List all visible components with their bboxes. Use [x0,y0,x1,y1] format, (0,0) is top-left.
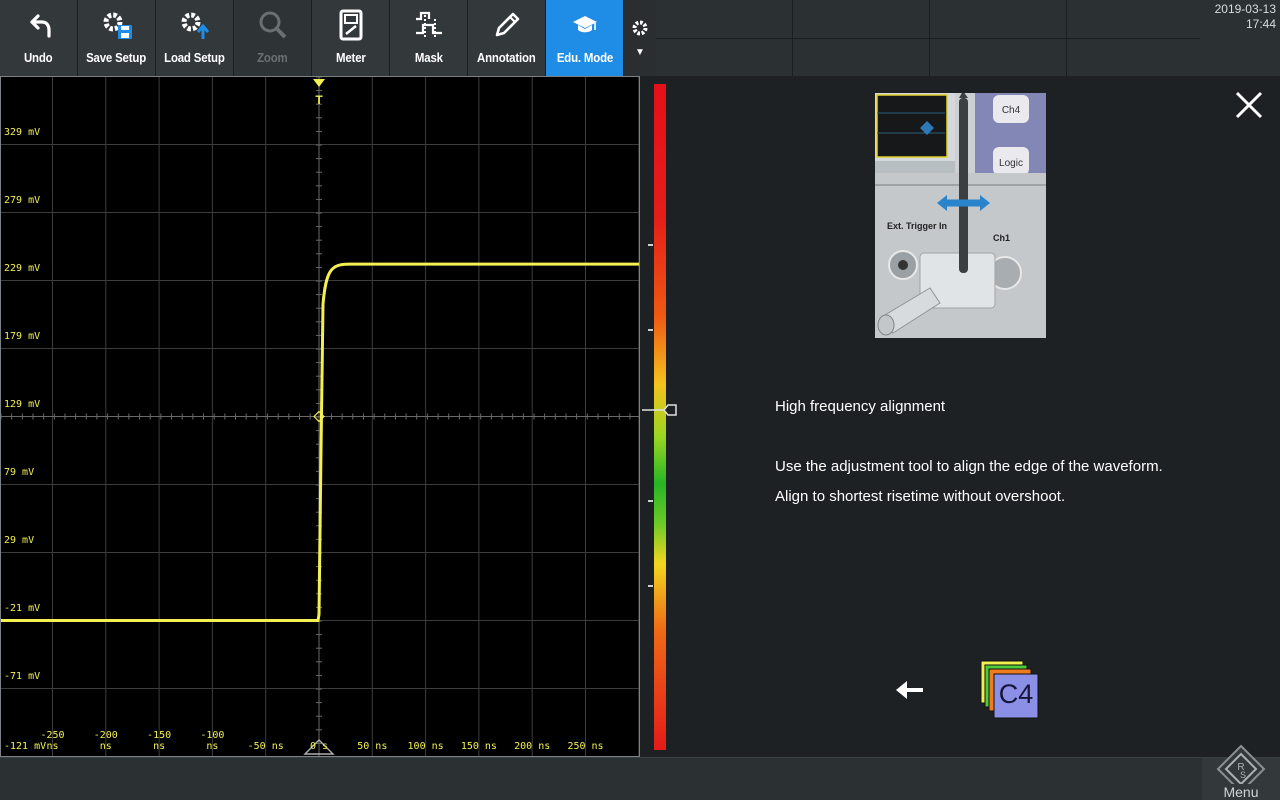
x-axis-label: -200 ns [93,730,118,752]
waveform-canvas: T [1,77,639,756]
close-icon[interactable] [1234,90,1264,120]
x-axis-label: 150 ns [460,741,497,752]
y-axis-label: -21 mV [4,603,41,614]
logic-key-label: Logic [999,158,1023,169]
ext-trigger-label: Ext. Trigger In [887,221,947,231]
ch4-key-label: Ch4 [1002,105,1021,116]
y-axis-label: 79 mV [4,467,35,478]
persistence-color-bar [640,76,684,757]
y-axis-label: 29 mV [4,535,35,546]
toolbar: Undo Save Setup Load Setup Zoom Meter Ma… [0,0,656,76]
x-axis-label: -50 ns [247,741,284,752]
y-axis-label: -71 mV [4,671,41,682]
load-setup-icon [181,12,209,39]
meter-icon [339,9,362,41]
waveform-display[interactable]: T 329 mV 279 mV 229 mV 179 mV 129 mV 79 mV 29 … [0,76,640,757]
gear-icon [632,20,648,35]
zoom-label: Zoom [257,50,288,65]
color-scale-tick [648,329,653,331]
x-axis-label: 50 ns [357,741,388,752]
grid-cell[interactable] [930,0,1066,38]
edu-mode-icon [572,16,597,33]
meter-button[interactable]: Meter [312,0,390,76]
grid-cell[interactable] [656,0,792,38]
edu-mode-label: Edu. Mode [556,50,613,65]
menu-label: Menu [1223,784,1259,800]
color-scale-tick [648,500,653,502]
back-arrow-icon[interactable] [895,678,925,702]
edu-mode-button[interactable]: Edu. Mode [546,0,624,76]
x-axis-label: 0 s [309,741,329,752]
education-panel: Ch4 Logic Ext. Trigger In Ch1 High frequ… [684,76,1280,757]
load-setup-label: Load Setup [164,50,225,65]
oscilloscope-app: Undo Save Setup Load Setup Zoom Meter Ma… [0,0,1280,800]
x-axis-label: -250 ns [40,730,65,752]
grid-cell[interactable] [656,39,792,77]
meter-label: Meter [335,50,366,65]
trigger-arrow-icon [313,79,325,87]
grid-cell[interactable] [793,0,929,38]
color-scale-tick [648,244,653,246]
channel-c4-button[interactable]: C4 [980,660,1042,722]
instruction-line-2: Align to shortest risetime without overs… [775,488,1066,505]
instruction-illustration: Ch4 Logic Ext. Trigger In Ch1 [875,93,1046,338]
clock-time: 17:44 [1245,17,1276,31]
zoom-button[interactable]: Zoom [234,0,312,76]
x-axis-label: -100 ns [200,730,225,752]
load-setup-button[interactable]: Load Setup [156,0,234,76]
save-setup-icon [103,12,132,39]
mask-label: Mask [414,50,443,65]
toolbar-settings-button[interactable]: ▼ [624,0,656,76]
y-axis-label: 279 mV [4,195,41,206]
annotation-icon [495,12,519,37]
grid-cell[interactable] [793,39,929,77]
x-axis-label: 100 ns [407,741,444,752]
waveform-trace [1,262,639,622]
level-marker-icon[interactable] [640,402,680,418]
grid-cell[interactable] [1067,0,1203,38]
ch1-label: Ch1 [993,233,1010,243]
y-axis-label: 129 mV [4,399,41,410]
annotation-button[interactable]: Annotation [468,0,546,76]
x-axis-label: 200 ns [514,741,551,752]
rs-logo-icon: R S [1216,744,1266,784]
mask-button[interactable]: Mask [390,0,468,76]
clock: 2019-03-13 17:44 [1200,0,1280,76]
save-setup-label: Save Setup [86,50,147,65]
grid-cell[interactable] [930,39,1066,77]
trigger-label: T [315,93,323,107]
clock-date: 2019-03-13 [1214,2,1276,16]
undo-label: Undo [24,50,53,65]
status-bar: R S Menu [0,744,1280,800]
x-axis-label: -150 ns [147,730,172,752]
x-axis-label: 250 ns [567,741,604,752]
svg-text:S: S [1240,770,1246,780]
chevron-down-icon: ▼ [635,46,645,58]
instruction-line-1: Use the adjustment tool to align the edg… [775,458,1163,475]
save-setup-button[interactable]: Save Setup [78,0,156,76]
instruction-title: High frequency alignment [775,398,946,415]
menu-button[interactable]: R S Menu [1202,744,1280,800]
undo-button[interactable]: Undo [0,0,78,76]
measurement-grid [656,0,1203,77]
y-axis-label: 179 mV [4,331,41,342]
grid-cell[interactable] [1067,39,1203,77]
y-axis-label: 329 mV [4,127,41,138]
mask-icon [415,11,442,39]
zoom-icon [259,11,286,39]
channel-c4-label: C4 [998,679,1034,709]
undo-icon [29,14,51,38]
annotation-label: Annotation [477,50,536,65]
y-axis-label: 229 mV [4,263,41,274]
color-scale-tick [648,585,653,587]
